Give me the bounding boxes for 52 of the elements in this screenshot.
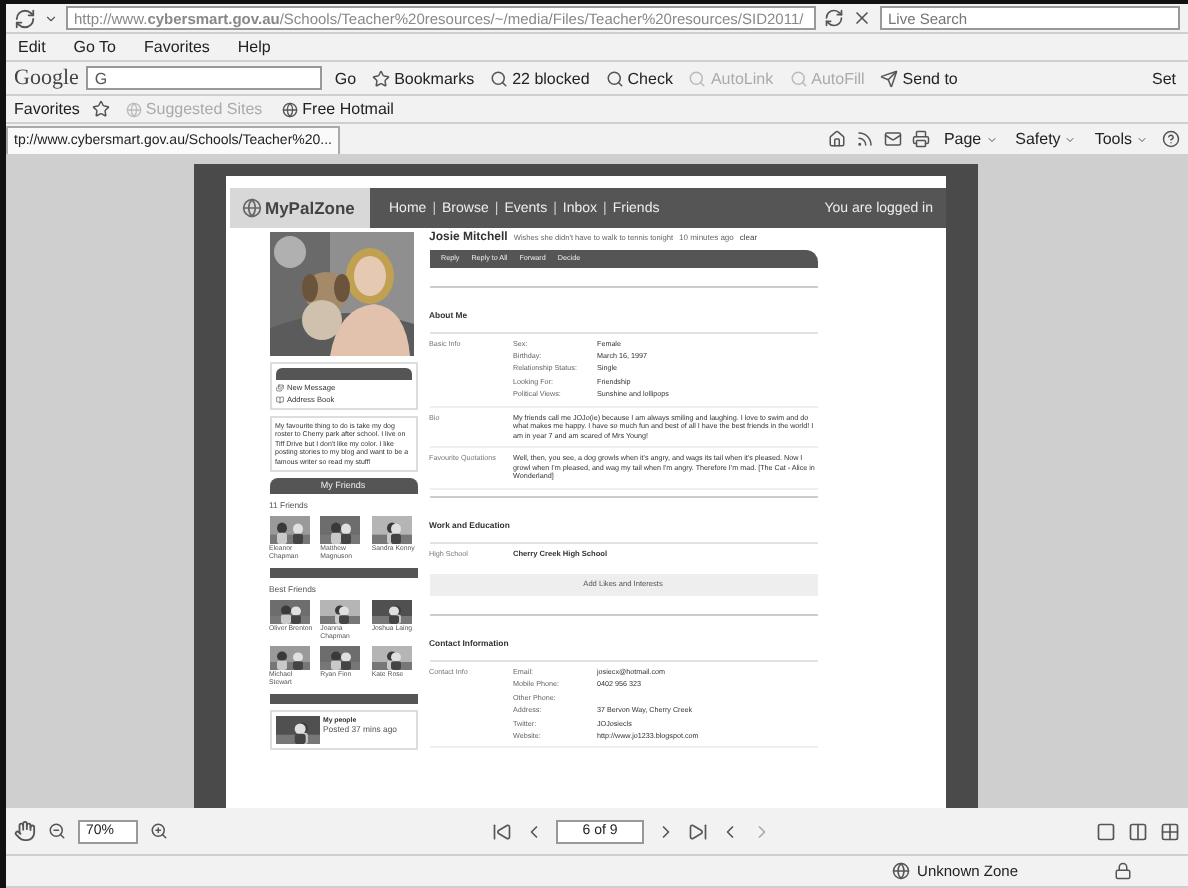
refresh-icon[interactable] (824, 8, 844, 28)
grid-icon[interactable] (1160, 821, 1180, 841)
printer-icon[interactable] (911, 130, 930, 148)
rss-icon[interactable] (855, 130, 874, 148)
search-icon (605, 69, 624, 87)
lock-icon[interactable] (1114, 862, 1132, 880)
caret-icon (1136, 133, 1148, 145)
caret-icon (985, 133, 998, 145)
last-page-icon[interactable] (688, 821, 708, 841)
dropdown-icon[interactable] (44, 11, 58, 25)
favorites-label: Favorites (14, 100, 80, 118)
hand-icon[interactable] (14, 820, 36, 842)
command-menu[interactable]: Safety (1011, 126, 1081, 152)
command-menu[interactable]: Tools (1090, 126, 1152, 152)
menu-item[interactable]: Help (233, 34, 275, 60)
globe-icon (891, 862, 910, 880)
zoom-out-icon[interactable] (48, 822, 66, 840)
two-page-icon[interactable] (1128, 821, 1148, 841)
book-icon (275, 396, 283, 404)
mail-icon (275, 384, 283, 392)
first-page-icon[interactable] (492, 821, 512, 841)
single-page-icon[interactable] (1096, 821, 1116, 841)
search-icon (789, 69, 808, 87)
command-menu[interactable]: Page (939, 126, 1002, 152)
logo-icon (241, 198, 261, 218)
mail-icon[interactable] (883, 130, 902, 148)
site-logo: MyPalZone (265, 198, 355, 218)
zoom-in-icon[interactable] (150, 822, 168, 840)
toolbar-brand: Google (14, 66, 79, 90)
go-button[interactable]: Go (330, 65, 361, 91)
toolbar-button[interactable]: Send to (876, 65, 962, 91)
toolbar-search-field[interactable]: G (86, 66, 323, 90)
globe-icon (125, 101, 142, 117)
globe-icon (282, 101, 299, 117)
favorite-link[interactable]: Free Hotmail (278, 96, 398, 122)
help-icon[interactable] (1162, 130, 1180, 148)
menu-item[interactable]: Favorites (140, 34, 214, 60)
toolbar-button[interactable]: 22 blocked (486, 65, 594, 91)
panel-header (275, 368, 411, 380)
home-icon[interactable] (827, 130, 846, 148)
caret-icon (1064, 133, 1077, 145)
menu-item[interactable]: Go To (69, 34, 120, 60)
star-icon[interactable] (91, 100, 110, 118)
menu-item[interactable]: Edit (14, 34, 50, 60)
star-icon (372, 69, 391, 87)
search-icon (688, 69, 707, 87)
send-icon (880, 69, 899, 87)
close-icon[interactable] (852, 8, 872, 28)
toolbar-button[interactable]: Check (601, 65, 677, 91)
settings-button[interactable]: Set (1147, 65, 1180, 91)
toolbar-button[interactable]: Bookmarks (368, 65, 479, 91)
search-icon (490, 69, 509, 87)
